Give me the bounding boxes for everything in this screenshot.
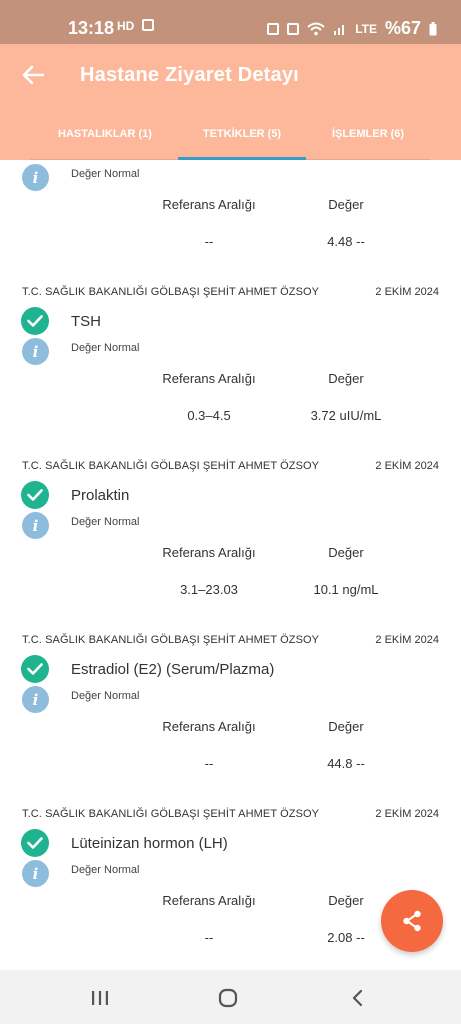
status-time: 13:18 (68, 18, 115, 38)
system-nav-bar (0, 970, 461, 1024)
reference-range: 3.1–23.03 (180, 582, 238, 597)
recents-icon (92, 991, 108, 1005)
check-icon (21, 481, 49, 509)
mute-icon (287, 22, 300, 35)
test-name: Estradiol (E2) (Serum/Plazma) (71, 661, 275, 678)
hospital-name: T.C. SAĞLIK BAKANLIĞI GÖLBAŞI ŞEHİT AHME… (22, 808, 320, 820)
value-status: Değer Normal (71, 342, 140, 354)
info-icon[interactable]: i (22, 860, 49, 887)
list-item: T.C. SAĞLIK BAKANLIĞI GÖLBAŞI ŞEHİT AHME… (0, 454, 461, 624)
list-item: T.C. SAĞLIK BAKANLIĞI GÖLBAŞI ŞEHİT AHME… (0, 280, 461, 450)
test-date: 2 EKİM 2024 (375, 460, 439, 472)
status-bar: 13:18 HD LTE %67 (0, 0, 461, 44)
app-header: 13:18 HD LTE %67 Hastane Ziyaret Detayı … (0, 0, 461, 160)
value-label: Değer (328, 197, 364, 212)
result-value: 4.48 -- (327, 234, 365, 249)
value-status: Değer Normal (71, 690, 140, 702)
signal-icon (334, 24, 345, 35)
hospital-name: T.C. SAĞLIK BAKANLIĞI GÖLBAŞI ŞEHİT AHME… (22, 634, 320, 646)
info-icon[interactable]: i (22, 164, 49, 191)
hospital-name: T.C. SAĞLIK BAKANLIĞI GÖLBAŞI ŞEHİT AHME… (22, 286, 320, 298)
check-icon (21, 829, 49, 857)
tab-tetkikler[interactable]: TETKİKLER (5) (178, 108, 306, 160)
status-left-icons: HD (117, 19, 155, 33)
info-icon[interactable]: i (22, 338, 49, 365)
reference-label: Referans Aralığı (162, 893, 256, 908)
test-date: 2 EKİM 2024 (375, 634, 439, 646)
lte-label: LTE (355, 21, 377, 36)
arrow-left-icon (22, 65, 44, 85)
value-label: Değer (328, 719, 364, 734)
reference-label: Referans Aralığı (162, 719, 256, 734)
test-date: 2 EKİM 2024 (375, 808, 439, 820)
reference-range: -- (204, 234, 214, 249)
page-title: Hastane Ziyaret Detayı (80, 64, 299, 86)
share-icon (403, 910, 421, 932)
gallery-icon (142, 19, 155, 31)
nav-back-button[interactable] (344, 984, 372, 1012)
share-button[interactable] (381, 890, 443, 952)
back-button[interactable] (18, 60, 48, 90)
status-right-icons: LTE %67 (267, 18, 437, 39)
hospital-name: T.C. SAĞLIK BAKANLIĞI GÖLBAŞI ŞEHİT AHME… (22, 460, 320, 472)
tab-islemler[interactable]: İŞLEMLER (6) (306, 108, 430, 160)
check-icon (21, 655, 49, 683)
battery-icon (429, 21, 437, 35)
reference-range: -- (204, 930, 214, 945)
value-status: Değer Normal (71, 168, 140, 180)
test-date: 2 EKİM 2024 (375, 286, 439, 298)
wifi-icon (307, 22, 325, 35)
value-label: Değer (328, 371, 364, 386)
test-name: Lüteinizan hormon (LH) (71, 835, 228, 852)
reference-range: 0.3–4.5 (187, 408, 231, 423)
recents-button[interactable] (86, 984, 114, 1012)
list-item: i Değer Normal Referans Aralığı Değer --… (0, 160, 461, 270)
home-icon (218, 988, 238, 1008)
reference-label: Referans Aralığı (162, 197, 256, 212)
value-status: Değer Normal (71, 864, 140, 876)
reference-label: Referans Aralığı (162, 371, 256, 386)
app-bar: Hastane Ziyaret Detayı (0, 44, 461, 108)
value-status: Değer Normal (71, 516, 140, 528)
reference-label: Referans Aralığı (162, 545, 256, 560)
check-icon (21, 307, 49, 335)
result-value: 10.1 ng/mL (313, 582, 379, 597)
tab-hastaliklar[interactable]: HASTALIKLAR (1) (30, 108, 180, 160)
result-value: 44.8 -- (327, 756, 365, 771)
tab-bar: HASTALIKLAR (1) TETKİKLER (5) İŞLEMLER (… (0, 108, 461, 160)
info-icon[interactable]: i (22, 686, 49, 713)
hd-icon: HD (117, 19, 135, 33)
reference-range: -- (204, 756, 214, 771)
test-name: Prolaktin (71, 487, 130, 504)
result-value: 3.72 uIU/mL (310, 408, 382, 423)
battery-level: %67 (384, 18, 421, 38)
alarm-icon (267, 22, 280, 35)
value-label: Değer (328, 545, 364, 560)
results-list[interactable]: i Değer Normal Referans Aralığı Değer --… (0, 160, 461, 970)
back-icon (352, 989, 363, 1007)
list-item: T.C. SAĞLIK BAKANLIĞI GÖLBAŞI ŞEHİT AHME… (0, 628, 461, 798)
test-name: TSH (71, 313, 101, 330)
home-button[interactable] (214, 984, 242, 1012)
info-icon[interactable]: i (22, 512, 49, 539)
